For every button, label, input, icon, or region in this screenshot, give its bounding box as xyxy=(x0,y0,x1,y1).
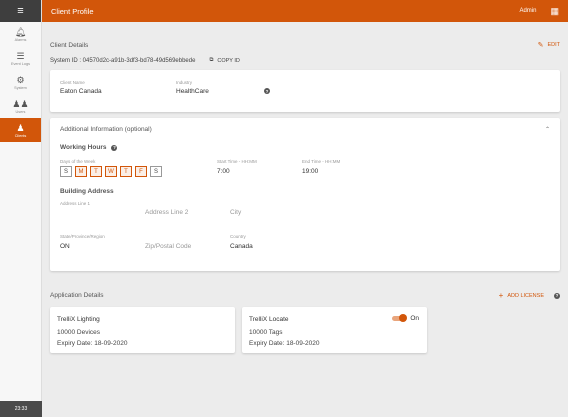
building-address-title: Building Address xyxy=(60,188,114,195)
sidebar-item-system[interactable]: ⚙ System xyxy=(0,70,41,94)
license-card[interactable]: TrelliX Locate On 10000 Tags Expiry Date… xyxy=(242,307,427,353)
toggle-knob xyxy=(399,314,408,322)
toggle-track xyxy=(392,314,408,322)
copy-id-button[interactable]: ⧉ COPY ID xyxy=(209,57,239,64)
day-tuesday[interactable]: T xyxy=(90,166,102,177)
end-time-label: End Time - HH:MM xyxy=(302,159,341,164)
application-details-heading: Application Details xyxy=(50,292,104,299)
client-icon: ♟ xyxy=(16,122,25,133)
day-thursday[interactable]: T xyxy=(120,166,132,177)
grid-icon[interactable]: ▦ xyxy=(550,6,559,17)
client-info-card: Client Name Eaton Canada Industry Health… xyxy=(50,70,560,112)
license-card[interactable]: TrelliX Lighting 10000 Devices Expiry Da… xyxy=(50,307,235,353)
system-id-row: System ID : 04570d2c-a91b-3df3-bd78-49d5… xyxy=(50,57,240,64)
sidebar-item-clients[interactable]: ♟ Clients xyxy=(0,118,41,142)
optional-label: (optional) xyxy=(124,126,152,133)
pencil-icon: ✎ xyxy=(537,42,544,49)
page-title: Client Profile xyxy=(51,6,94,16)
chevron-up-icon[interactable]: ⌃ xyxy=(545,126,550,133)
clock: 23:33 xyxy=(0,401,42,417)
sidebar-item-label: Event Logs xyxy=(11,61,30,66)
bell-icon: 🔔︎ xyxy=(14,26,27,37)
license-name: TrelliX Locate xyxy=(249,316,289,323)
state-input[interactable]: ON xyxy=(60,243,70,250)
additional-info-heading: Additional Information (optional) xyxy=(60,126,152,133)
days-of-week: S M T W T F S xyxy=(60,166,162,177)
sidebar-item-label: Users xyxy=(15,109,26,114)
zip-input[interactable]: Zip/Postal Code xyxy=(145,243,191,250)
license-count: 10000 Tags xyxy=(249,329,283,336)
working-hours-label: Working Hours xyxy=(60,144,107,151)
sidebar-item-alarms[interactable]: 🔔︎ Alarms xyxy=(0,22,41,46)
client-details-heading: Client Details xyxy=(50,42,89,49)
system-id: System ID : 04570d2c-a91b-3df3-bd78-49d5… xyxy=(50,57,196,64)
license-expiry: Expiry Date: 18-09-2020 xyxy=(57,340,128,347)
sidebar-item-label: Clients xyxy=(14,133,27,138)
user-menu[interactable]: Admin xyxy=(519,8,536,14)
working-hours-title: Working Hours ? xyxy=(60,144,118,151)
hamburger-icon[interactable]: ≡ xyxy=(0,0,41,22)
add-license-label: ADD LICENSE xyxy=(507,292,544,299)
client-name-value[interactable]: Eaton Canada xyxy=(60,88,102,95)
additional-info-card: Additional Information (optional) ⌃ Work… xyxy=(50,118,560,271)
city-input[interactable]: City xyxy=(230,209,241,216)
day-saturday[interactable]: S xyxy=(150,166,162,177)
users-icon: ♟♟ xyxy=(12,98,29,109)
help-icon[interactable]: ? xyxy=(111,144,118,151)
day-friday[interactable]: F xyxy=(135,166,147,177)
list-icon: ☰ xyxy=(16,50,25,61)
state-label: State/Province/Region xyxy=(60,234,105,239)
copy-icon: ⧉ xyxy=(209,57,214,63)
day-wednesday[interactable]: W xyxy=(105,166,117,177)
license-toggle[interactable]: On xyxy=(392,314,419,322)
help-icon[interactable]: ? xyxy=(264,88,270,94)
address-line-1-label: Address Line 1 xyxy=(60,201,91,206)
copy-id-label: COPY ID xyxy=(217,57,240,64)
sidebar-item-label: System xyxy=(14,85,27,90)
industry-value[interactable]: HealthCare xyxy=(176,88,209,95)
sidebar-item-users[interactable]: ♟♟ Users xyxy=(0,94,41,118)
building-address-label: Building Address xyxy=(60,188,114,195)
industry-label: Industry xyxy=(176,80,193,85)
sidebar-item-label: Alarms xyxy=(14,37,27,42)
add-license-button[interactable]: + ADD LICENSE ? xyxy=(499,291,560,300)
gear-icon: ⚙ xyxy=(16,74,25,85)
plus-icon: + xyxy=(498,291,504,300)
start-time-label: Start Time - HH:MM xyxy=(217,159,257,164)
country-label: Country xyxy=(230,234,246,239)
country-input[interactable]: Canada xyxy=(230,243,253,250)
client-name-label: Client Name xyxy=(60,80,85,85)
license-name: TrelliX Lighting xyxy=(57,316,100,323)
main-content: Client Details ✎ EDIT System ID : 04570d… xyxy=(42,22,568,417)
end-time-input[interactable]: 19:00 xyxy=(302,168,318,175)
top-bar: Client Profile Admin ▦ xyxy=(42,0,568,22)
sidebar-item-event-logs[interactable]: ☰ Event Logs xyxy=(0,46,41,70)
days-label: Days of the Week xyxy=(60,159,96,164)
edit-label: EDIT xyxy=(547,42,560,48)
help-icon[interactable]: ? xyxy=(554,292,560,299)
day-monday[interactable]: M xyxy=(75,166,87,177)
edit-button[interactable]: ✎ EDIT xyxy=(538,41,560,49)
address-line-2-input[interactable]: Address Line 2 xyxy=(145,209,188,216)
additional-info-title: Additional Information xyxy=(60,126,123,133)
start-time-input[interactable]: 7:00 xyxy=(217,168,230,175)
license-expiry: Expiry Date: 18-09-2020 xyxy=(249,340,320,347)
toggle-label: On xyxy=(410,315,419,322)
license-count: 10000 Devices xyxy=(57,329,100,336)
sidebar: ≡ 🔔︎ Alarms ☰ Event Logs ⚙ System ♟♟ Use… xyxy=(0,0,42,417)
day-sunday[interactable]: S xyxy=(60,166,72,177)
